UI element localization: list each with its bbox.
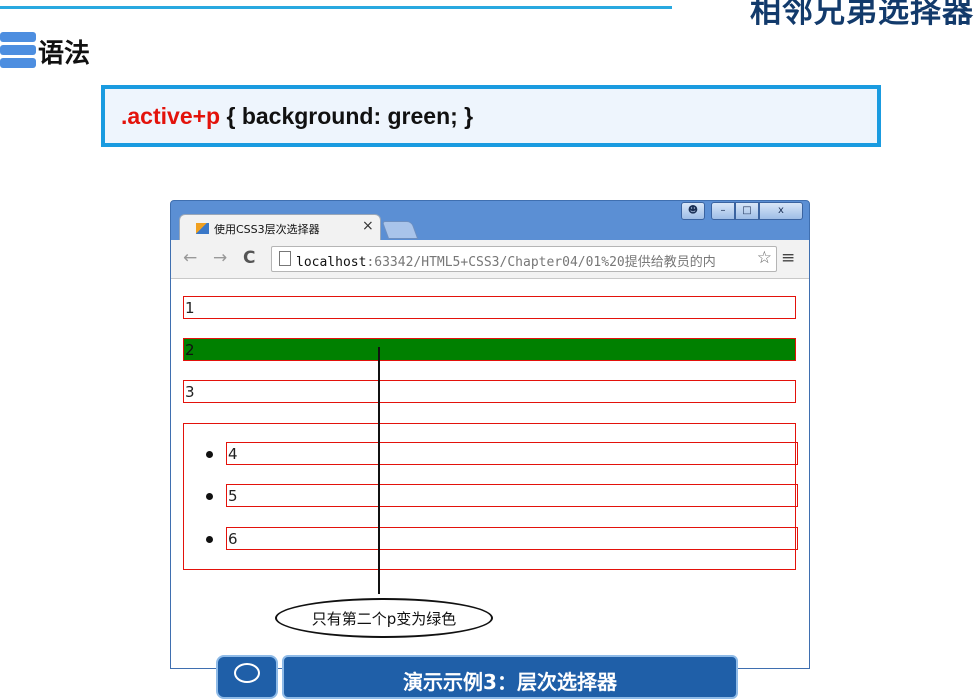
callout-bubble: 只有第二个p变为绿色 — [275, 598, 493, 638]
chat-icon — [216, 655, 278, 699]
page-icon — [279, 251, 291, 266]
browser-window: ☻ – □ x 使用CSS3层次选择器 × ← → C localhost:63… — [170, 200, 810, 669]
bullet-icon — [206, 451, 213, 458]
browser-tab[interactable]: 使用CSS3层次选择器 × — [179, 214, 381, 241]
demo-example-button[interactable]: 演示示例3：层次选择器 — [282, 655, 738, 699]
code-selector: .active+p — [121, 103, 221, 129]
address-bar[interactable]: localhost:63342/HTML5+CSS3/Chapter04/01%… — [271, 246, 777, 272]
bullet-icon — [206, 536, 213, 543]
favicon-icon — [196, 223, 209, 234]
callout-text: 只有第二个p变为绿色 — [311, 610, 457, 628]
close-window-button[interactable]: x — [759, 202, 803, 220]
tab-title: 使用CSS3层次选择器 — [214, 223, 320, 236]
list-item-5: 5 — [226, 484, 798, 507]
list-item-6: 6 — [226, 527, 798, 550]
paragraph-2: 2 — [183, 338, 796, 361]
slide-title: 相邻兄弟选择器 — [750, 0, 974, 30]
unordered-list: 4 5 6 — [183, 423, 798, 570]
bullet-icon — [206, 493, 213, 500]
list-item-4: 4 — [226, 442, 798, 465]
window-controls: ☻ – □ x — [681, 202, 803, 220]
demo-example-label: 演示示例3：层次选择器 — [403, 670, 617, 694]
code-line: .active+p { background: green; } — [121, 103, 473, 130]
new-tab-button[interactable] — [381, 221, 419, 239]
profile-icon[interactable]: ☻ — [681, 202, 705, 220]
code-box: .active+p { background: green; } — [101, 85, 881, 147]
maximize-button[interactable]: □ — [735, 202, 759, 220]
section-label: 语法 — [38, 39, 91, 69]
back-icon[interactable]: ← — [183, 248, 197, 268]
tab-close-icon[interactable]: × — [362, 218, 374, 234]
callout-pointer — [378, 347, 380, 594]
paragraph-1: 1 — [183, 296, 796, 319]
list-icon — [0, 30, 36, 70]
menu-icon[interactable]: ≡ — [781, 248, 795, 268]
reload-icon[interactable]: C — [243, 248, 255, 268]
paragraph-3: 3 — [183, 380, 796, 403]
browser-toolbar: ← → C localhost:63342/HTML5+CSS3/Chapter… — [171, 240, 809, 279]
minimize-button[interactable]: – — [711, 202, 735, 220]
code-declaration: { background: green; } — [220, 103, 474, 129]
url-path: :63342/HTML5+CSS3/Chapter04/01%20提供给教员的内 — [366, 255, 716, 270]
url-host: localhost — [296, 255, 367, 270]
bookmark-star-icon[interactable]: ☆ — [757, 248, 772, 268]
forward-icon[interactable]: → — [213, 248, 227, 268]
header-rule — [0, 6, 672, 9]
url-text[interactable]: localhost:63342/HTML5+CSS3/Chapter04/01%… — [296, 251, 748, 270]
